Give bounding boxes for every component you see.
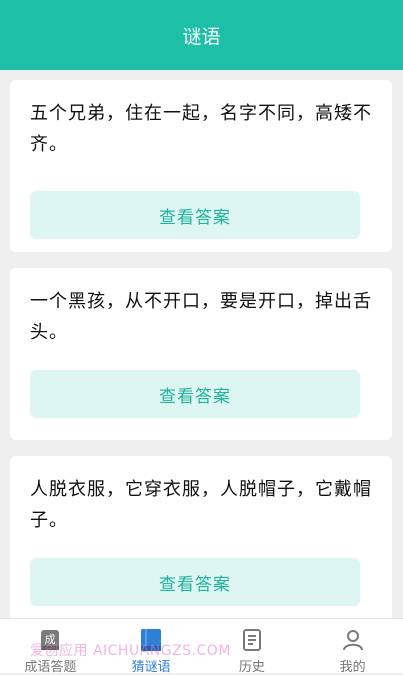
bottom-tab-bar: 成 成语答题 猜谜语 历史 我的 [0,618,403,675]
tab-label: 猜谜语 [131,660,171,675]
tab-profile[interactable]: 我的 [302,619,403,675]
riddle-list[interactable]: 五个兄弟，住在一起，名字不同，高矮不齐。 查看答案 一个黑孩，从不开口，要是开口… [0,70,403,618]
app-header: 谜语 [0,0,403,70]
view-answer-button[interactable]: 查看答案 [30,558,360,606]
riddle-text: 人脱衣服，它穿衣服，人脱帽子，它戴帽子。 [30,479,372,531]
user-icon [340,627,366,653]
tab-history[interactable]: 历史 [202,619,303,675]
page-title: 谜语 [182,25,221,48]
tab-idiom-quiz[interactable]: 成 成语答题 [0,619,101,675]
riddle-text: 一个黑孩，从不开口，要是开口，掉出舌头。 [30,291,372,343]
riddle-text: 五个兄弟，住在一起，名字不同，高矮不齐。 [30,103,372,155]
document-icon [239,627,265,653]
tab-label: 我的 [339,660,366,675]
idiom-card-icon: 成 [37,627,63,653]
riddle-card: 一个黑孩，从不开口，要是开口，掉出舌头。 查看答案 [10,268,392,440]
view-answer-button[interactable]: 查看答案 [30,370,360,418]
riddle-card: 五个兄弟，住在一起，名字不同，高矮不齐。 查看答案 [10,80,392,252]
book-icon [138,627,164,653]
tab-label: 成语答题 [24,660,77,675]
view-answer-button[interactable]: 查看答案 [30,191,360,239]
tab-label: 历史 [238,660,265,675]
riddle-card: 人脱衣服，它穿衣服，人脱帽子，它戴帽子。 查看答案 [10,456,392,618]
tab-riddles[interactable]: 猜谜语 [101,619,202,675]
svg-text:成: 成 [45,633,56,646]
